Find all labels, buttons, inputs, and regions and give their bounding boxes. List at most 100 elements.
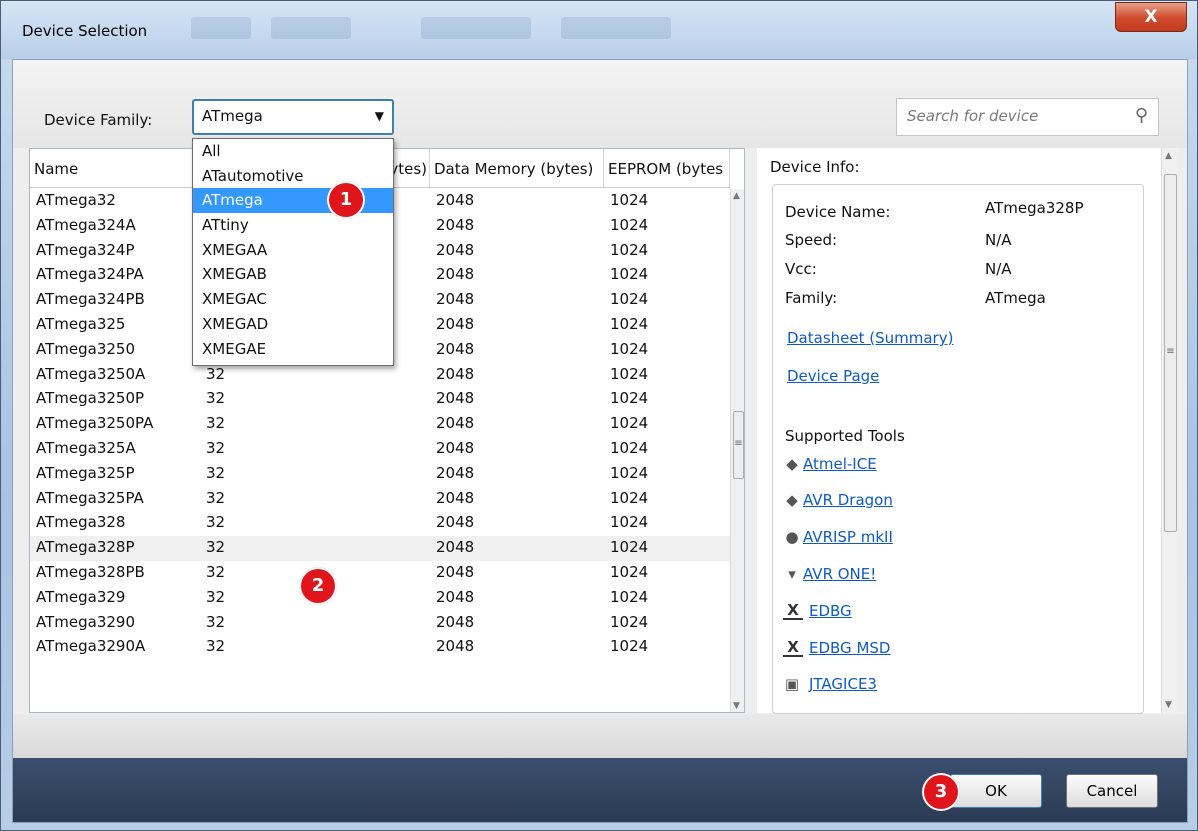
device-page-link[interactable]: Device Page	[787, 367, 879, 385]
scroll-thumb[interactable]: ≡	[733, 411, 744, 479]
cell-eeprom: 1024	[610, 587, 649, 606]
cell-name: ATmega3250	[36, 339, 135, 358]
cell-name: ATmega329	[36, 587, 126, 606]
column-header-data-memory[interactable]: Data Memory (bytes)	[430, 149, 604, 187]
device-info-scrollbar[interactable]: ▲ ≡ ▼	[1161, 148, 1178, 713]
family-option[interactable]: XMEGAA	[193, 238, 393, 263]
cell-data-memory: 2048	[436, 389, 475, 408]
cell-eeprom: 1024	[610, 191, 649, 209]
status-strip	[13, 714, 1187, 758]
cell-data-memory: 2048	[436, 538, 475, 557]
step-badge-1: 1	[327, 181, 365, 219]
tool-link-edbg-msd[interactable]: EDBG MSD	[809, 639, 890, 657]
cell-eeprom: 1024	[610, 612, 649, 631]
device-family-select[interactable]: ATmega ▼	[192, 99, 394, 135]
cell-eeprom: 1024	[610, 314, 649, 333]
button-bar: OK Cancel	[13, 758, 1187, 822]
cell-data-memory: 2048	[436, 438, 475, 457]
cell-eeprom: 1024	[610, 339, 649, 358]
cell-eeprom: 1024	[610, 215, 649, 234]
family-value: ATmega	[985, 289, 1046, 307]
table-row[interactable]: ATmega3250PA 32 2048 1024	[30, 412, 730, 437]
cell-name: ATmega328PB	[36, 562, 145, 581]
cell-name: ATmega324A	[36, 215, 136, 234]
family-option[interactable]: ATautomotive	[193, 164, 393, 189]
cell-data-memory: 2048	[436, 290, 475, 309]
cell-data-memory: 2048	[436, 463, 475, 482]
table-row[interactable]: ATmega325PA 32 2048 1024	[30, 487, 730, 512]
cell-name: ATmega325P	[36, 463, 135, 482]
cell-eeprom: 1024	[610, 265, 649, 284]
dragon-icon: ◆	[786, 491, 798, 509]
table-row[interactable]: ATmega3250P 32 2048 1024	[30, 387, 730, 412]
titlebar-ghost	[271, 17, 351, 39]
tool-link-atmel-ice[interactable]: Atmel-ICE	[803, 455, 877, 473]
column-header-eeprom[interactable]: EEPROM (bytes	[604, 149, 730, 187]
speed-value: N/A	[985, 231, 1012, 249]
tool-link-avr-one[interactable]: AVR ONE!	[803, 565, 876, 583]
jtag-icon: ▣	[784, 675, 800, 693]
cell-eeprom: 1024	[610, 488, 649, 507]
table-row[interactable]: ATmega325A 32 2048 1024	[30, 437, 730, 462]
family-option[interactable]: XMEGAD	[193, 312, 393, 337]
scroll-thumb[interactable]: ≡	[1164, 174, 1177, 532]
ok-button[interactable]: OK	[950, 774, 1042, 808]
table-row[interactable]: ATmega328PB 32 2048 1024	[30, 561, 730, 586]
tool-link-jtagice3[interactable]: JTAGICE3	[809, 675, 877, 693]
cell-eeprom: 1024	[610, 290, 649, 309]
scroll-up-icon[interactable]: ▲	[1165, 151, 1172, 161]
cell-name: ATmega325PA	[36, 488, 144, 507]
search-icon[interactable]: ⚲	[1135, 105, 1148, 126]
tool-link-edbg[interactable]: EDBG	[809, 602, 852, 620]
table-row[interactable]: ATmega328P 32 2048 1024	[30, 536, 730, 561]
device-selection-window: Device Selection X Device Family: ATmega…	[0, 0, 1198, 831]
device-name-label: Device Name:	[785, 203, 891, 221]
close-icon: X	[1144, 7, 1158, 27]
family-option[interactable]: ATtiny	[193, 213, 393, 238]
search-input[interactable]: Search for device ⚲	[896, 98, 1159, 136]
cell-flash: 32	[206, 414, 226, 433]
table-row[interactable]: ATmega3290A 32 2048 1024	[30, 635, 730, 660]
family-option[interactable]: All	[193, 139, 393, 164]
family-option[interactable]: XMEGAE	[193, 337, 393, 362]
filter-bar: Device Family: ATmega ▼ Search for devic…	[13, 60, 1187, 148]
table-scrollbar[interactable]: ▲ ≡ ▼	[730, 189, 744, 712]
scroll-down-icon[interactable]: ▼	[1165, 700, 1172, 710]
cell-flash: 32	[206, 389, 226, 408]
cell-data-memory: 2048	[436, 191, 475, 209]
cell-name: ATmega3250PA	[36, 414, 154, 433]
table-row[interactable]: ATmega328 32 2048 1024	[30, 511, 730, 536]
cell-data-memory: 2048	[436, 240, 475, 259]
cell-flash: 32	[206, 538, 226, 557]
family-option[interactable]: XMEGAB	[193, 262, 393, 287]
cell-data-memory: 2048	[436, 637, 475, 656]
table-row[interactable]: ATmega3250A 32 2048 1024	[30, 363, 730, 388]
family-option[interactable]: XMEGAC	[193, 287, 393, 312]
cell-data-memory: 2048	[436, 314, 475, 333]
table-row[interactable]: ATmega3290 32 2048 1024	[30, 611, 730, 636]
device-info-panel: Device Name: ATmega328P Speed: N/A Vcc: …	[772, 184, 1144, 714]
cell-name: ATmega3250P	[36, 389, 145, 408]
datasheet-link[interactable]: Datasheet (Summary)	[787, 329, 953, 347]
cell-name: ATmega3250A	[36, 364, 146, 383]
x-icon: X	[783, 639, 803, 657]
family-label: Family:	[785, 289, 838, 307]
column-header-name[interactable]: Name	[30, 149, 200, 187]
cell-eeprom: 1024	[610, 240, 649, 259]
device-family-dropdown: All ATautomotive ATmega ATtiny XMEGAA XMEGAB X…	[192, 138, 394, 366]
cell-data-memory: 2048	[436, 488, 475, 507]
speed-label: Speed:	[785, 231, 838, 249]
cell-data-memory: 2048	[436, 562, 475, 581]
cell-data-memory: 2048	[436, 364, 475, 383]
vcc-value: N/A	[985, 260, 1012, 278]
cancel-button[interactable]: Cancel	[1066, 774, 1158, 808]
step-badge-3: 3	[922, 773, 960, 811]
cell-flash: 32	[206, 364, 226, 383]
scroll-up-icon[interactable]: ▲	[733, 191, 740, 201]
tool-link-avr-dragon[interactable]: AVR Dragon	[803, 491, 893, 509]
tool-link-avrisp-mkii[interactable]: AVRISP mkII	[803, 528, 893, 546]
close-button[interactable]: X	[1115, 2, 1187, 32]
scroll-down-icon[interactable]: ▼	[733, 701, 740, 711]
table-row[interactable]: ATmega325P 32 2048 1024	[30, 462, 730, 487]
table-row[interactable]: ATmega329 32 2048 1024	[30, 586, 730, 611]
